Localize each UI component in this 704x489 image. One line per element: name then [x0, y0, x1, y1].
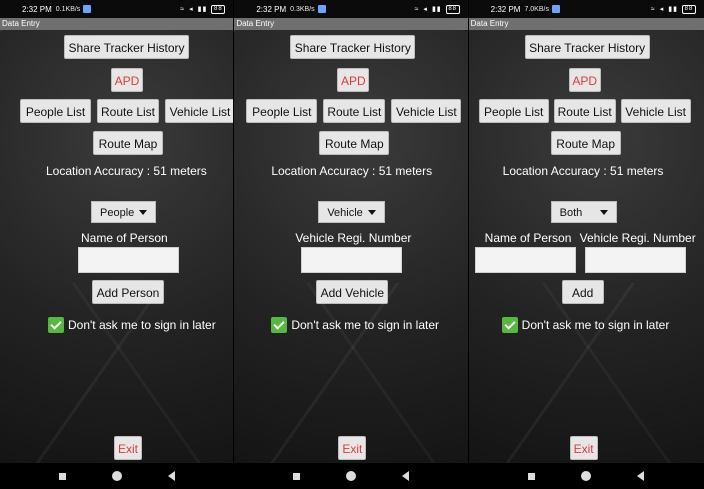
entry-type-dropdown[interactable]: Both: [550, 201, 617, 223]
exit-button[interactable]: Exit: [569, 436, 598, 460]
image-notification-icon: [317, 5, 326, 13]
network-rate: 7.0KB/s: [524, 5, 549, 13]
sign-in-later-label: Don't ask me to sign in later: [521, 318, 670, 332]
chevron-down-icon: [139, 210, 147, 215]
add-button[interactable]: Add: [561, 280, 604, 304]
image-notification-icon: [551, 5, 560, 13]
battery-icon: 88: [681, 4, 696, 14]
share-tracker-history-button[interactable]: Share Tracker History: [524, 35, 650, 59]
name-of-person-input[interactable]: [474, 247, 576, 273]
image-notification-icon: [83, 5, 92, 13]
app-title: Data Entry: [234, 18, 468, 30]
network-rate: 0.1KB/s: [55, 5, 81, 13]
app-title: Data Entry: [468, 18, 704, 30]
home-icon[interactable]: [581, 471, 592, 481]
people-list-button[interactable]: People List: [246, 99, 318, 123]
sign-in-later-checkbox[interactable]: [48, 317, 64, 333]
entry-type-dropdown[interactable]: Vehicle: [318, 201, 386, 223]
back-icon[interactable]: [637, 471, 645, 481]
exit-button[interactable]: Exit: [338, 436, 367, 460]
location-accuracy: Location Accuracy : 51 meters: [46, 164, 207, 178]
share-tracker-history-button[interactable]: Share Tracker History: [64, 35, 189, 59]
recents-icon[interactable]: [528, 472, 536, 480]
vehicle-list-button[interactable]: Vehicle List: [620, 99, 691, 123]
name-of-person-input[interactable]: [78, 247, 179, 273]
main-content: Share Tracker History APD People List Ro…: [234, 30, 468, 463]
field-label: Name of Person: [81, 231, 168, 245]
sign-in-later-label: Don't ask me to sign in later: [68, 318, 216, 332]
status-time: 2:32 PM: [256, 4, 287, 14]
sign-in-later-checkbox[interactable]: [271, 317, 288, 333]
back-icon[interactable]: [167, 471, 175, 481]
sign-in-later-label: Don't ask me to sign in later: [291, 318, 440, 332]
recents-icon[interactable]: [292, 472, 300, 480]
phone-screen-vehicle: 2:32 PM 0.3KB/s ≈ ◂ ▮▮ 88 Data Entry Sha…: [234, 0, 469, 489]
vehicle-regi-number-input[interactable]: [584, 247, 686, 273]
nav-bar: [0, 463, 234, 489]
status-time: 2:32 PM: [490, 4, 521, 14]
location-icon: ◂: [659, 6, 665, 13]
location-accuracy: Location Accuracy : 51 meters: [271, 164, 433, 178]
people-list-button[interactable]: People List: [478, 99, 549, 123]
phone-screen-both: 2:32 PM 7.0KB/s ≈ ◂ ▮▮ 88 Data Entry Sha…: [468, 0, 704, 489]
vehicle-list-button[interactable]: Vehicle List: [165, 99, 234, 123]
vehicle-regi-number-input[interactable]: [301, 247, 403, 273]
wifi-icon: ≈: [180, 5, 186, 13]
apd-button[interactable]: APD: [111, 68, 143, 92]
signal-icon: ▮▮: [431, 6, 442, 13]
wifi-icon: ≈: [650, 5, 656, 13]
apd-button[interactable]: APD: [337, 68, 370, 92]
location-icon: ◂: [189, 6, 194, 13]
status-bar: 2:32 PM 0.3KB/s ≈ ◂ ▮▮ 88: [234, 0, 468, 18]
phone-screen-people: 2:32 PM 0.1KB/s ≈ ◂ ▮▮ 88 Data Entry Sha…: [0, 0, 235, 489]
route-list-button[interactable]: Route List: [553, 99, 616, 123]
apd-button[interactable]: APD: [568, 68, 601, 92]
main-content: Share Tracker History APD People List Ro…: [468, 30, 704, 463]
location-accuracy: Location Accuracy : 51 meters: [502, 164, 664, 178]
network-rate: 0.3KB/s: [290, 5, 315, 13]
home-icon[interactable]: [345, 471, 356, 481]
battery-icon: 88: [445, 4, 460, 14]
route-map-button[interactable]: Route Map: [93, 131, 163, 155]
add-vehicle-button[interactable]: Add Vehicle: [316, 280, 389, 304]
nav-bar: [468, 463, 704, 489]
wifi-icon: ≈: [414, 5, 420, 13]
dropdown-value: Both: [559, 207, 583, 219]
chevron-down-icon: [368, 210, 377, 215]
field-label: Vehicle Regi. Number: [295, 231, 412, 245]
field-label-person: Name of Person: [484, 231, 572, 245]
dropdown-value: People: [100, 207, 135, 219]
location-icon: ◂: [423, 6, 428, 13]
route-map-button[interactable]: Route Map: [319, 131, 390, 155]
screens-row: 2:32 PM 0.1KB/s ≈ ◂ ▮▮ 88 Data Entry Sha…: [0, 0, 704, 489]
field-label-vehicle: Vehicle Regi. Number: [579, 231, 696, 245]
nav-bar: [234, 463, 468, 489]
status-icons: ≈ ◂ ▮▮ 88: [650, 4, 696, 14]
people-list-button[interactable]: People List: [20, 99, 91, 123]
sign-in-later-checkbox[interactable]: [501, 317, 518, 333]
vehicle-list-button[interactable]: Vehicle List: [391, 99, 462, 123]
status-icons: ≈ ◂ ▮▮ 88: [414, 4, 460, 14]
add-person-button[interactable]: Add Person: [92, 280, 164, 304]
status-icons: ≈ ◂ ▮▮ 88: [180, 4, 226, 14]
status-time: 2:32 PM: [22, 4, 52, 14]
route-list-button[interactable]: Route List: [97, 99, 159, 123]
signal-icon: ▮▮: [197, 6, 208, 13]
battery-icon: 88: [211, 4, 226, 14]
status-bar: 2:32 PM 0.1KB/s ≈ ◂ ▮▮ 88: [0, 0, 234, 18]
status-bar: 2:32 PM 7.0KB/s ≈ ◂ ▮▮ 88: [468, 0, 704, 18]
chevron-down-icon: [599, 210, 608, 215]
entry-type-dropdown[interactable]: People: [91, 201, 156, 223]
exit-button[interactable]: Exit: [114, 436, 142, 460]
app-title: Data Entry: [0, 18, 234, 30]
recents-icon[interactable]: [58, 472, 66, 480]
home-icon[interactable]: [111, 471, 122, 481]
share-tracker-history-button[interactable]: Share Tracker History: [290, 35, 416, 59]
route-map-button[interactable]: Route Map: [550, 131, 621, 155]
back-icon[interactable]: [401, 471, 409, 481]
signal-icon: ▮▮: [668, 6, 678, 13]
main-content: Share Tracker History APD People List Ro…: [0, 30, 234, 463]
route-list-button[interactable]: Route List: [323, 99, 386, 123]
dropdown-value: Vehicle: [327, 207, 363, 219]
